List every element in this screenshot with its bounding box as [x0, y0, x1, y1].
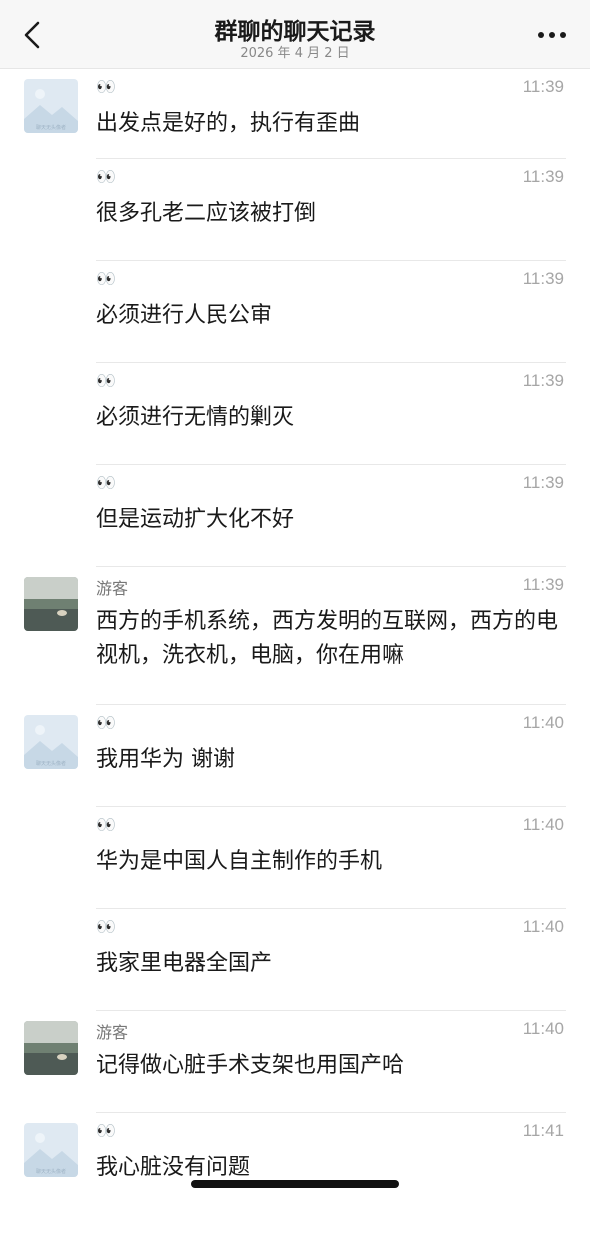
avatar-placeholder[interactable]: 聊天无头像者 [24, 715, 78, 769]
sender-name: 👀 [96, 77, 116, 96]
avatar-caption: 聊天无头像者 [36, 124, 66, 131]
avatar-photo[interactable] [24, 577, 78, 631]
nav-bar: 群聊的聊天记录 2026 年 4 月 2 日 [0, 0, 590, 69]
sender-name: 👀 [96, 917, 116, 936]
message-time: 11:39 [522, 167, 564, 186]
avatar-caption: 聊天无头像者 [36, 760, 66, 767]
sender-name: 👀 [96, 713, 116, 732]
sender-name: 👀 [96, 167, 116, 186]
sender-name: 游客 [96, 1023, 129, 1042]
message-item[interactable]: 👀 11:40 华为是中国人自主制作的手机 [0, 807, 590, 909]
image-placeholder-icon: 聊天无头像者 [24, 79, 78, 133]
message-item[interactable]: 聊天无头像者 👀 11:39 出发点是好的，执行有歪曲 [0, 69, 590, 159]
landscape-photo-icon [24, 577, 78, 631]
message-text: 但是运动扩大化不好 [96, 507, 295, 532]
message-item[interactable]: 👀 11:39 但是运动扩大化不好 [0, 465, 590, 567]
home-indicator[interactable] [191, 1180, 399, 1188]
message-text: 很多孔老二应该被打倒 [96, 201, 317, 226]
sender-name: 👀 [96, 371, 116, 390]
avatar-placeholder[interactable]: 聊天无头像者 [24, 1123, 78, 1177]
message-text: 出发点是好的，执行有歪曲 [96, 111, 361, 136]
message-time: 11:40 [522, 713, 564, 732]
message-time: 11:39 [522, 575, 564, 594]
message-item[interactable]: 聊天无头像者 👀 11:40 我用华为 谢谢 [0, 705, 590, 807]
message-item[interactable]: 👀 11:40 我家里电器全国产 [0, 909, 590, 1011]
avatar-photo[interactable] [24, 1021, 78, 1075]
message-time: 11:40 [522, 917, 564, 936]
message-time: 11:40 [522, 1019, 564, 1038]
avatar-placeholder[interactable]: 聊天无头像者 [24, 79, 78, 133]
message-time: 11:41 [522, 1121, 564, 1140]
sender-name: 👀 [96, 1121, 116, 1140]
message-time: 11:39 [522, 473, 564, 492]
message-text: 记得做心脏手术支架也用国产哈 [96, 1053, 405, 1078]
message-text: 华为是中国人自主制作的手机 [96, 849, 383, 874]
message-text: 我家里电器全国产 [96, 951, 273, 976]
sender-name: 👀 [96, 815, 116, 834]
message-item[interactable]: 聊天无头像者 👀 11:41 我心脏没有问题 [0, 1113, 590, 1233]
message-time: 11:40 [522, 815, 564, 834]
message-item[interactable]: 游客 11:40 记得做心脏手术支架也用国产哈 [0, 1011, 590, 1113]
message-time: 11:39 [522, 77, 564, 96]
landscape-photo-icon [24, 1021, 78, 1075]
message-text: 必须进行无情的剿灭 [96, 405, 295, 430]
sender-name: 游客 [96, 579, 129, 598]
more-dots-icon[interactable] [532, 24, 572, 46]
page-title: 群聊的聊天记录 [214, 19, 376, 45]
chat-date: 2026 年 4 月 2 日 [240, 46, 350, 61]
image-placeholder-icon: 聊天无头像者 [24, 1123, 78, 1177]
message-text: 西方的手机系统，西方发明的互联网，西方的电视机，洗衣机，电脑，你在用嘛 [96, 609, 559, 668]
message-item[interactable]: 游客 11:39 西方的手机系统，西方发明的互联网，西方的电视机，洗衣机，电脑，你在… [0, 567, 590, 705]
message-item[interactable]: 👀 11:39 必须进行无情的剿灭 [0, 363, 590, 465]
sender-name: 👀 [96, 473, 116, 492]
message-item[interactable]: 👀 11:39 必须进行人民公审 [0, 261, 590, 363]
message-time: 11:39 [522, 371, 564, 390]
message-text: 我用华为 谢谢 [96, 747, 235, 772]
message-item[interactable]: 👀 11:39 很多孔老二应该被打倒 [0, 159, 590, 261]
avatar-caption: 聊天无头像者 [36, 1168, 66, 1175]
sender-name: 👀 [96, 269, 116, 288]
message-time: 11:39 [522, 269, 564, 288]
message-text: 必须进行人民公审 [96, 303, 273, 328]
image-placeholder-icon: 聊天无头像者 [24, 715, 78, 769]
